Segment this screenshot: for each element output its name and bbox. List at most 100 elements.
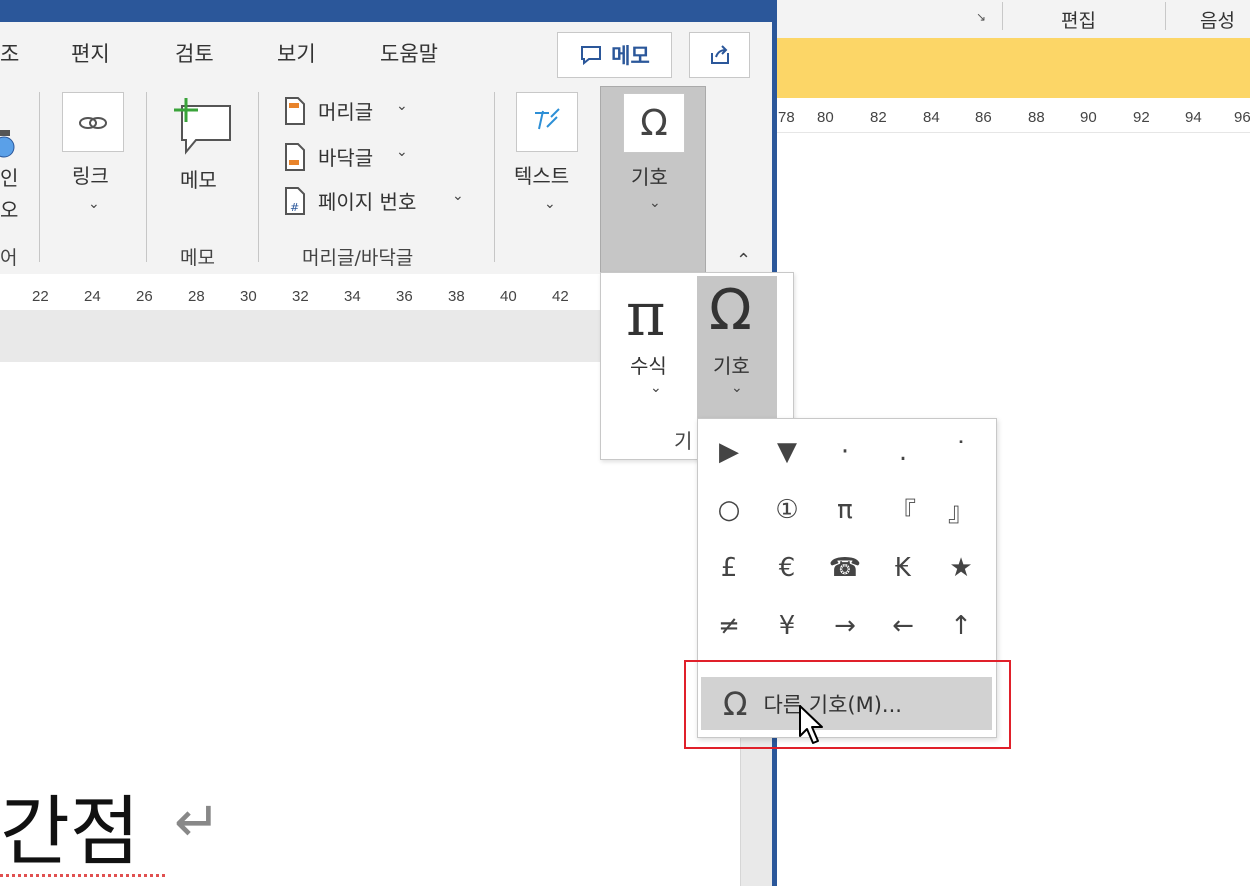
ruler-number: 30	[240, 288, 257, 305]
symbol-cell[interactable]: ·	[816, 423, 874, 481]
link-icon-box	[62, 92, 124, 152]
comments-button-label: 메모	[611, 44, 650, 68]
omega-icon-box: Ω	[623, 93, 685, 153]
partial-group-label: 어	[0, 247, 18, 269]
chevron-down-icon: ⌄	[88, 196, 100, 212]
symbol-cell[interactable]: ▶	[700, 423, 758, 481]
group-separator	[146, 92, 147, 262]
symbol-cell[interactable]: ↑	[932, 597, 990, 655]
symbol-cell[interactable]: ①	[758, 481, 816, 539]
equation-button[interactable]: π 수식 ⌄	[620, 280, 692, 400]
tab-view[interactable]: 보기	[277, 38, 316, 68]
ruler-number: 84	[923, 109, 940, 126]
ruler-number: 22	[32, 288, 49, 305]
page-number-button-label: 페이지 번호	[318, 190, 417, 214]
group-separator	[39, 92, 40, 262]
ruler-number: 36	[396, 288, 413, 305]
tab-mailings[interactable]: 편지	[71, 38, 110, 68]
ruler-number: 92	[1133, 109, 1150, 126]
share-icon	[710, 45, 729, 64]
symbol-cell[interactable]: ▼	[758, 423, 816, 481]
omega-icon: Ω	[640, 102, 668, 144]
symbol-cell[interactable]: →	[816, 597, 874, 655]
chevron-down-icon: ⌄	[649, 195, 661, 211]
ruler-number: 26	[136, 288, 153, 305]
title-bar	[0, 0, 776, 22]
highlight-band	[776, 38, 1250, 98]
separator	[1002, 2, 1003, 30]
ruler-number: 34	[344, 288, 361, 305]
symbol-button[interactable]: Ω 기호 ⌄	[697, 276, 777, 418]
symbols-group-button[interactable]: Ω 기호 ⌄	[600, 86, 706, 276]
header-footer-group-label: 머리글/바닥글	[302, 247, 414, 269]
tab-design-partial[interactable]: 조	[0, 38, 19, 68]
text-button-label: 텍스트	[514, 164, 570, 188]
ruler-number: 96	[1234, 109, 1250, 126]
ruler-number: 38	[448, 288, 465, 305]
group-label-edit: 편집	[1061, 10, 1096, 32]
annotation-highlight-box	[684, 660, 1011, 749]
symbol-cell[interactable]: 』	[932, 481, 990, 539]
new-comment-icon	[174, 98, 231, 155]
chevron-down-icon: ⌄	[650, 380, 662, 396]
ruler-number: 24	[84, 288, 101, 305]
link-button-label: 링크	[72, 164, 109, 188]
tab-help[interactable]: 도움말	[380, 38, 438, 68]
ruler-number: 94	[1185, 109, 1202, 126]
separator	[1165, 2, 1166, 30]
ruler-number: 40	[500, 288, 517, 305]
text-icon-box	[516, 92, 578, 152]
omega-icon: Ω	[709, 278, 752, 343]
share-button[interactable]	[689, 32, 750, 78]
symbol-cell[interactable]: 『	[874, 481, 932, 539]
document-text: 간점	[0, 787, 140, 876]
mouse-cursor-icon	[799, 705, 823, 744]
globe-icon	[0, 130, 15, 158]
equation-label: 수식	[630, 354, 667, 378]
symbol-cell[interactable]: ←	[874, 597, 932, 655]
ruler-number: 86	[975, 109, 992, 126]
chevron-down-icon: ⌄	[731, 380, 743, 396]
ruler-number: 78	[778, 109, 795, 126]
text-button[interactable]: 텍스트 ⌄	[514, 92, 584, 232]
link-icon	[79, 117, 107, 129]
tab-review[interactable]: 검토	[175, 38, 214, 68]
page-number-icon: #	[285, 187, 305, 215]
symbol-cell[interactable]: £	[700, 539, 758, 597]
footer-button-label: 바닥글	[318, 146, 374, 170]
link-button[interactable]: 링크 ⌄	[62, 92, 126, 232]
symbol-cell[interactable]: ¥	[758, 597, 816, 655]
chevron-down-icon: ⌄	[452, 188, 464, 204]
header-button-label: 머리글	[318, 100, 374, 124]
partial-button-label: 인	[0, 166, 19, 190]
symbol-cell[interactable]: ˙	[932, 423, 990, 481]
spelling-underline	[0, 874, 168, 877]
symbol-cell[interactable]: ○	[700, 481, 758, 539]
comments-group-label: 메모	[180, 247, 215, 269]
symbols-panel-group-label: 기	[674, 429, 693, 453]
collapse-ribbon-icon[interactable]: ⌃	[736, 250, 751, 271]
symbol-cell[interactable]: ₭	[874, 539, 932, 597]
symbol-cell[interactable]: €	[758, 539, 816, 597]
textbox-icon	[535, 108, 560, 130]
chevron-down-icon: ⌄	[544, 196, 556, 212]
new-comment-button[interactable]: 메모	[170, 92, 236, 202]
group-label-voice: 음성	[1200, 10, 1235, 32]
header-button[interactable]: 머리글 ⌄	[282, 94, 432, 130]
ruler-number: 82	[870, 109, 887, 126]
symbol-cell[interactable]: π	[816, 481, 874, 539]
new-comment-label: 메모	[180, 168, 217, 192]
ruler-number: 88	[1028, 109, 1045, 126]
footer-icon	[285, 143, 305, 171]
pi-icon: π	[626, 280, 666, 350]
symbol-cell[interactable]: ★	[932, 539, 990, 597]
paragraph-mark: ↵	[174, 790, 221, 855]
ruler-number: 80	[817, 109, 834, 126]
symbol-cell[interactable]: ≠	[700, 597, 758, 655]
dialog-launcher-icon[interactable]: ↘	[976, 10, 986, 24]
footer-button[interactable]: 바닥글 ⌄	[282, 140, 432, 176]
symbol-cell[interactable]: ☎	[816, 539, 874, 597]
page-number-button[interactable]: # 페이지 번호 ⌄	[282, 184, 472, 220]
comments-button[interactable]: 메모	[557, 32, 672, 78]
symbol-cell[interactable]: .	[874, 423, 932, 481]
